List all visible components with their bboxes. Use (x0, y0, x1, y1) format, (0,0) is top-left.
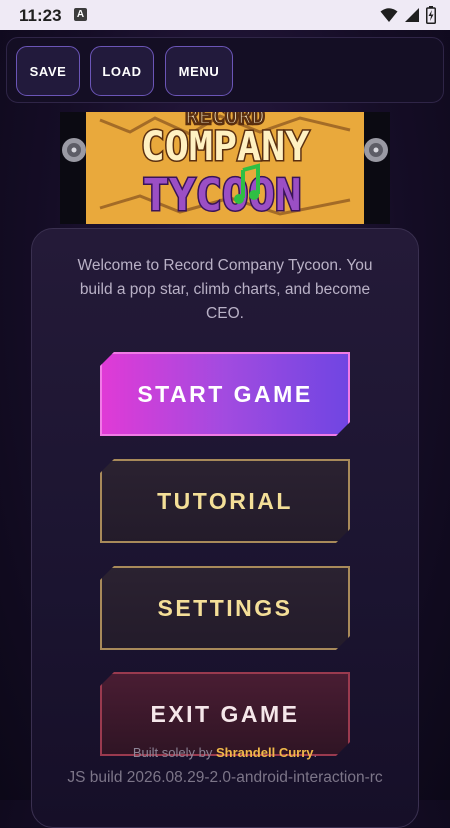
wifi-icon (380, 8, 398, 22)
credit-suffix: . (313, 745, 318, 760)
save-button[interactable]: SAVE (16, 46, 80, 96)
signal-icon (405, 8, 419, 22)
menu-button[interactable]: MENU (165, 46, 233, 96)
credit-prefix: Built solely by (132, 745, 216, 760)
status-time: 11:23 (19, 6, 62, 25)
status-bar: 11:23 A (0, 0, 450, 30)
tutorial-button[interactable]: TUTORIAL (100, 459, 350, 543)
save-label: SAVE (29, 63, 67, 79)
welcome-text: Welcome to Record Company Tycoon. You bu… (77, 257, 373, 322)
exit-game-label: EXIT GAME (150, 700, 300, 727)
vinyl-right-icon (364, 138, 388, 162)
load-button[interactable]: LOAD (90, 46, 154, 96)
menu-label: MENU (178, 63, 220, 79)
status-icons (380, 6, 436, 24)
credit-text: Built solely by Shrandell Curry. (0, 745, 450, 760)
credit-author: Shrandell Curry (215, 745, 314, 760)
a-letter-icon: A (74, 8, 87, 21)
start-game-label: START GAME (137, 380, 313, 407)
tutorial-label: TUTORIAL (157, 487, 293, 514)
logo-line2: TYCOON (143, 170, 302, 221)
game-logo: RECORD COMPANY TYCOON (60, 104, 390, 224)
logo-line1: COMPANY (141, 124, 310, 170)
settings-label: SETTINGS (157, 594, 293, 621)
battery-charging-icon (426, 6, 436, 24)
settings-button[interactable]: SETTINGS (100, 566, 350, 650)
exit-game-button[interactable]: EXIT GAME (100, 672, 350, 756)
start-game-button[interactable]: START GAME (100, 352, 350, 436)
load-label: LOAD (102, 63, 142, 79)
vinyl-left-icon (62, 138, 86, 162)
top-toolbar: SAVE LOAD MENU (6, 37, 444, 103)
build-version: JS build 2026.08.29-2.0-android-interact… (67, 769, 383, 786)
